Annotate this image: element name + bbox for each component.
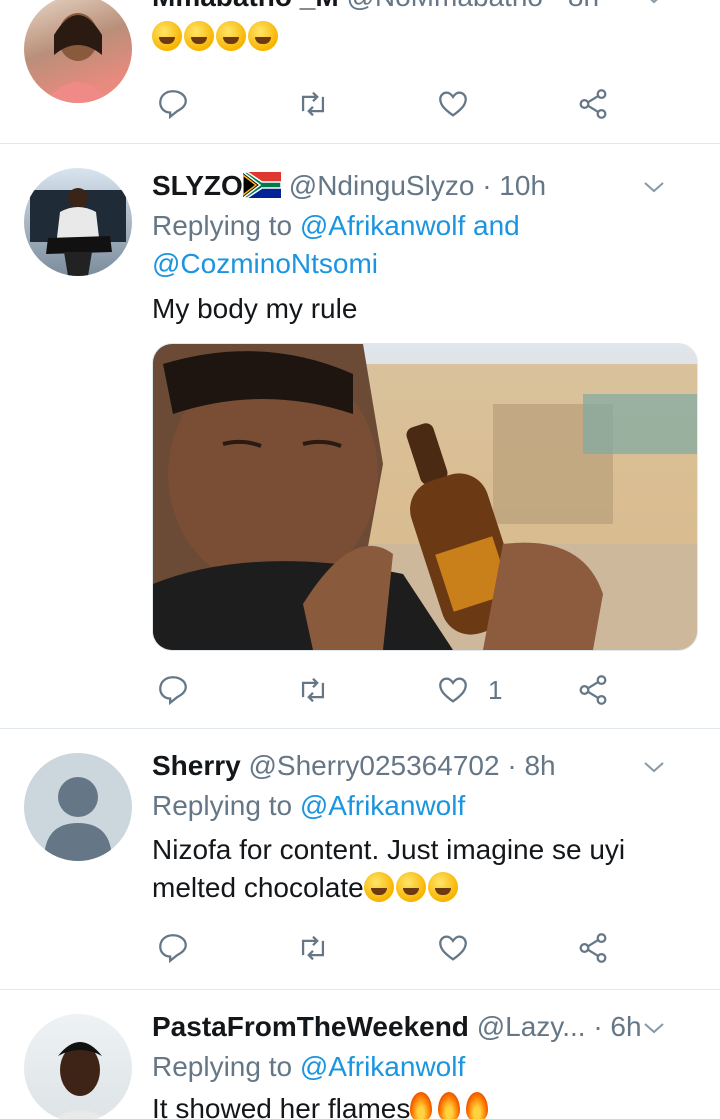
avatar-portrait — [30, 188, 126, 276]
avatar[interactable] — [24, 168, 132, 276]
retweet-button[interactable] — [296, 928, 330, 968]
like-button[interactable] — [436, 84, 470, 124]
reply-icon — [159, 934, 187, 964]
share-icon — [579, 675, 607, 705]
mention-link[interactable]: @Afrikanwolf — [300, 210, 465, 241]
tweet[interactable]: Mmabatho _M @NoMmabatho · 8h — [0, 0, 720, 144]
display-name[interactable]: Sherry — [152, 750, 241, 781]
retweet-button[interactable] — [296, 84, 330, 124]
default-avatar-icon — [44, 777, 112, 861]
share-button[interactable] — [576, 84, 610, 124]
laughing-emoji-icon — [152, 21, 182, 51]
display-name[interactable]: Mmabatho _M — [152, 0, 339, 12]
separator: · — [593, 1011, 603, 1042]
replying-to: Replying to @Afrikanwolf — [152, 1048, 696, 1086]
chevron-down-icon[interactable] — [642, 755, 666, 779]
tweet-text: My body my rule — [152, 293, 358, 324]
avatar[interactable] — [24, 1014, 132, 1119]
reply-icon — [159, 676, 187, 706]
reply-button[interactable] — [156, 928, 190, 968]
replying-to-label: Replying to — [152, 1051, 293, 1082]
user-handle[interactable]: @Sherry025364702 — [249, 750, 500, 781]
tweet-text-line: Nizofa for content. Just imagine se uyi — [152, 834, 626, 865]
laughing-emoji-icon — [395, 872, 426, 902]
tweet-text-line: melted chocolate — [152, 872, 364, 903]
separator: · — [551, 0, 560, 12]
separator: · — [482, 170, 492, 201]
laughing-emoji-icon — [184, 21, 214, 51]
tweet[interactable]: PastaFromTheWeekend @Lazy... · 6h Replyi… — [0, 990, 720, 1119]
replying-to: Replying to @Afrikanwolf — [152, 787, 696, 825]
laughing-emoji-icon — [363, 872, 394, 902]
mention-link[interactable]: @Afrikanwolf — [300, 790, 465, 821]
like-count: 1 — [488, 674, 503, 705]
user-handle[interactable]: @NoMmabatho — [346, 0, 543, 12]
heart-icon — [439, 677, 467, 703]
tweet-actions — [152, 928, 696, 968]
display-name[interactable]: PastaFromTheWeekend — [152, 1011, 469, 1042]
display-name[interactable]: SLYZO — [152, 170, 243, 201]
tweet-text: It showed her flames — [152, 1090, 696, 1119]
like-button[interactable]: 1 — [436, 670, 502, 710]
fire-emoji-icon — [466, 1092, 489, 1119]
heart-icon — [439, 91, 467, 117]
tweet-header: Mmabatho _M @NoMmabatho · 8h — [152, 0, 696, 14]
tweet-text — [152, 18, 696, 56]
chevron-down-icon[interactable] — [642, 1016, 666, 1040]
timestamp[interactable]: 8h — [524, 750, 555, 781]
heart-icon — [439, 935, 467, 961]
tweet-text: Nizofa for content. Just imagine se uyi … — [152, 831, 696, 907]
retweet-icon — [301, 91, 325, 117]
share-icon — [579, 933, 607, 963]
tweet-header: SLYZO @NdinguSlyzo · 10h — [152, 169, 696, 203]
replying-to-label: Replying to — [152, 790, 293, 821]
timestamp[interactable]: 8h — [568, 0, 599, 12]
retweet-button[interactable] — [296, 670, 330, 710]
mention-link[interactable]: @Afrikanwolf — [300, 1051, 465, 1082]
tweet-actions: 1 — [152, 670, 696, 710]
separator: · — [507, 750, 517, 781]
chevron-down-icon[interactable] — [642, 0, 666, 10]
fire-emoji-icon — [438, 1092, 461, 1119]
tweet[interactable]: SLYZO @NdinguSlyzo · 10h Replying to @Afr… — [0, 143, 720, 729]
laughing-emoji-icon — [216, 21, 246, 51]
timestamp[interactable]: 10h — [499, 170, 546, 201]
photo-man-with-bottle — [153, 344, 697, 650]
tweet-image[interactable] — [152, 343, 698, 651]
reply-button[interactable] — [156, 670, 190, 710]
timestamp[interactable]: 6h — [610, 1011, 641, 1042]
laughing-emoji-icon — [427, 872, 458, 902]
user-handle[interactable]: @NdinguSlyzo — [289, 170, 475, 201]
laughing-emoji-icon — [248, 21, 278, 51]
tweet-header: PastaFromTheWeekend @Lazy... · 6h — [152, 1010, 696, 1044]
reply-button[interactable] — [156, 84, 190, 124]
user-handle[interactable]: @Lazy... — [477, 1011, 586, 1042]
avatar[interactable] — [24, 753, 132, 861]
mention-link[interactable]: @CozminoNtsomi — [152, 248, 378, 279]
tweet[interactable]: Sherry @Sherry025364702 · 8h Replying to… — [0, 729, 720, 990]
tweet-text-line: It showed her flames — [152, 1093, 411, 1119]
mention-joiner[interactable]: and — [473, 210, 520, 241]
retweet-icon — [301, 935, 325, 961]
avatar-portrait — [54, 1042, 106, 1119]
share-button[interactable] — [576, 670, 610, 710]
replying-to-label: Replying to — [152, 210, 293, 241]
avatar-portrait — [44, 13, 112, 103]
south-africa-flag-icon — [240, 171, 282, 199]
retweet-icon — [301, 677, 325, 703]
chevron-down-icon[interactable] — [642, 175, 666, 199]
tweet-actions — [152, 84, 696, 124]
like-button[interactable] — [436, 928, 470, 968]
replying-to: Replying to @Afrikanwolf and @CozminoNts… — [152, 207, 696, 283]
share-button[interactable] — [576, 928, 610, 968]
tweet-header: Sherry @Sherry025364702 · 8h — [152, 749, 696, 783]
fire-emoji-icon — [410, 1092, 433, 1119]
avatar[interactable] — [24, 0, 132, 103]
share-icon — [579, 89, 607, 119]
reply-icon — [159, 90, 187, 120]
